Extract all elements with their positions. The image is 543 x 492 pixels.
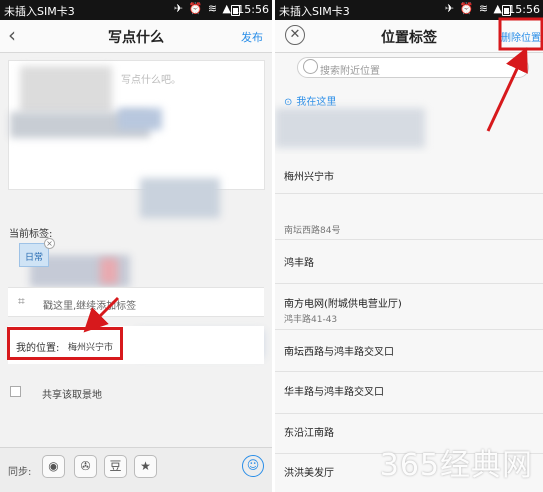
place-name: 南坛西路与鸿丰路交叉口: [284, 347, 394, 358]
current-location-item[interactable]: ⊙ 我在这里: [284, 93, 336, 108]
list-item[interactable]: 鸿丰路: [275, 240, 543, 284]
share-label: 共享该取景地: [42, 390, 102, 401]
emoji-icon[interactable]: ☺: [242, 455, 264, 477]
search-nearby-input[interactable]: 搜索附近位置: [297, 57, 529, 78]
page-title: 写点什么: [108, 30, 164, 46]
status-icons: ✈ ⏰ ≋ ▲: [173, 2, 232, 15]
blurred-photo: [100, 258, 118, 284]
share-location-row[interactable]: 共享该取景地: [8, 383, 258, 403]
sync-qzone-icon[interactable]: ◉: [42, 455, 65, 478]
place-name: 华丰路与鸿丰路交叉口: [284, 387, 384, 398]
blurred-photo: [20, 66, 112, 114]
list-item[interactable]: 梅州兴宁市: [275, 154, 543, 194]
share-checkbox[interactable]: [10, 386, 21, 397]
list-item[interactable]: 南方电网(附城供电营业厅) 鸿丰路41-43: [275, 284, 543, 330]
clock: 15:56: [508, 3, 540, 16]
place-name: 洪洪美发厅: [284, 468, 334, 479]
sync-douban-icon[interactable]: 豆: [104, 455, 127, 478]
tag-icon: ⌗: [18, 294, 25, 308]
place-name: 南方电网(附城供电营业厅): [284, 299, 402, 310]
carrier-label: 未插入SIM卡3: [4, 5, 75, 18]
watermark: 365经典网: [379, 448, 533, 483]
list-item[interactable]: 华丰路与鸿丰路交叉口: [275, 372, 543, 414]
tag-remove-icon[interactable]: ×: [44, 238, 55, 249]
current-location-label: 我在这里: [296, 97, 337, 108]
blurred-photo: [140, 178, 220, 218]
add-tag-field[interactable]: ⌗ 戳这里,继续添加标签: [8, 287, 264, 317]
sync-favorite-icon[interactable]: ★: [134, 455, 157, 478]
add-tag-hint: 戳这里,继续添加标签: [43, 301, 137, 312]
sync-bar: 同步: ◉ ✇ 豆 ★ ☺: [0, 447, 272, 492]
compose-screen: 未插入SIM卡3 ✈ ⏰ ≋ ▲ 15:56 ‹ 写点什么 发布 写点什么吧。 …: [0, 0, 272, 492]
carrier-label: 未插入SIM卡3: [279, 5, 350, 18]
place-name: 东沿江南路: [284, 428, 334, 439]
status-bar: 未插入SIM卡3 ✈ ⏰ ≋ ▲ 15:56: [275, 0, 543, 20]
search-placeholder: 搜索附近位置: [320, 66, 380, 77]
place-address: 鸿丰路41-43: [284, 315, 338, 325]
place-name: 鸿丰路: [284, 258, 314, 269]
highlight-box: [7, 327, 123, 360]
list-item[interactable]: 南坛西路与鸿丰路交叉口: [275, 330, 543, 372]
sync-weibo-icon[interactable]: ✇: [74, 455, 97, 478]
sync-label: 同步:: [8, 467, 32, 478]
blurred-photo: [118, 108, 162, 130]
publish-button[interactable]: 发布: [241, 29, 263, 45]
place-name: 梅州兴宁市: [284, 172, 334, 183]
place-address: 南坛西路84号: [284, 226, 341, 236]
delete-location-button[interactable]: 删除位置: [501, 29, 541, 44]
list-item[interactable]: 南坛西路84号: [275, 194, 543, 240]
clock: 15:56: [237, 3, 269, 16]
title-bar: ✕ 位置标签 删除位置: [275, 20, 543, 53]
status-bar: 未插入SIM卡3 ✈ ⏰ ≋ ▲ 15:56: [0, 0, 272, 20]
status-icons: ✈ ⏰ ≋ ▲: [444, 2, 503, 15]
title-bar: ‹ 写点什么 发布: [0, 20, 272, 53]
location-tag-screen: 未插入SIM卡3 ✈ ⏰ ≋ ▲ 15:56 ✕ 位置标签 删除位置 搜索附近位…: [275, 0, 543, 492]
compose-placeholder: 写点什么吧。: [121, 75, 181, 86]
blurred-photo: [275, 108, 425, 148]
pin-icon: ⊙: [284, 97, 293, 108]
search-icon: [303, 59, 318, 74]
